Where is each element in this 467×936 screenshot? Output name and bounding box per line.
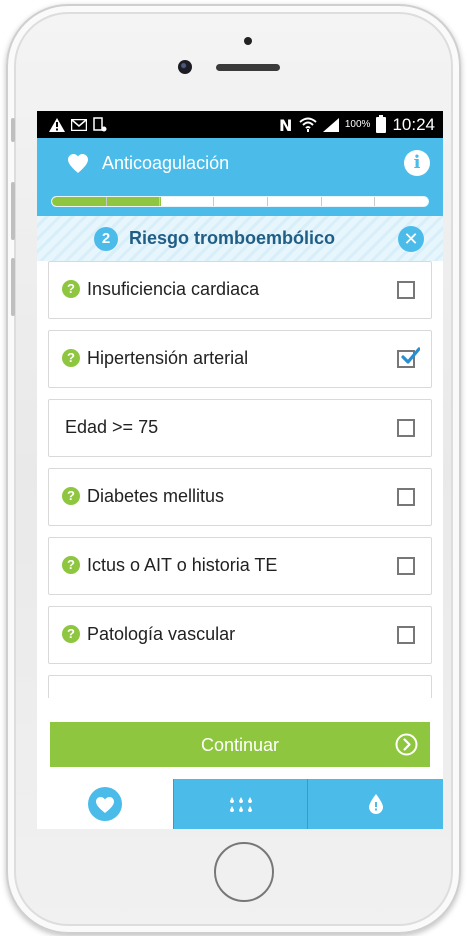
checkbox[interactable] [397, 557, 415, 575]
app-bar: Anticoagulación i [37, 138, 443, 188]
progress-segment-divider [266, 197, 268, 206]
criteria-item[interactable]: ? Ictus o AIT o historia TE [48, 537, 432, 595]
criteria-item[interactable]: ? Patología vascular [48, 606, 432, 664]
continue-label: Continuar [200, 735, 280, 755]
criteria-label: Ictus o AIT o historia TE [87, 555, 278, 575]
criteria-label: Insuficiencia cardiaca [87, 279, 260, 299]
tab-drop[interactable] [307, 779, 443, 829]
help-icon[interactable]: ? [62, 487, 80, 505]
criteria-list: ? Insuficiencia cardiaca? Hipertensión art… [37, 261, 443, 698]
bottom-tab-bar [37, 779, 443, 829]
checkmark-icon [401, 347, 420, 364]
progress-segment-divider [105, 197, 107, 206]
heart-icon [68, 154, 88, 173]
criteria-label: Patología vascular [87, 624, 236, 644]
criteria-item[interactable]: Edad >= 75 [48, 399, 432, 457]
checkbox[interactable] [397, 419, 415, 437]
battery-icon [376, 114, 387, 133]
help-icon[interactable]: ? [62, 280, 80, 298]
progress-segment-divider [374, 197, 376, 206]
battery-percent: 100% [344, 119, 371, 130]
criteria-item[interactable]: ? Insuficiencia cardiaca [48, 261, 432, 319]
criteria-label: Hipertensión arterial [87, 348, 249, 368]
step-header: 2 Riesgo tromboembólico ✕ [37, 216, 443, 261]
mail-icon [71, 118, 87, 131]
help-icon[interactable]: ? [62, 349, 80, 367]
progress-segment-divider [159, 197, 161, 206]
home-button[interactable] [214, 842, 274, 902]
progress-segment-divider [320, 197, 322, 206]
nfc-icon: N [279, 117, 292, 133]
tab-heart[interactable] [37, 779, 173, 829]
criteria-item[interactable]: ? Diabetes mellitus [48, 468, 432, 526]
proximity-sensor [244, 37, 252, 45]
wifi-icon [299, 117, 317, 132]
front-camera [178, 60, 192, 74]
criteria-label: Edad >= 75 [65, 417, 159, 437]
checkbox[interactable] [397, 281, 415, 299]
clock: 10:24 [392, 114, 435, 134]
step-number-badge: 2 [94, 227, 118, 251]
drop-icon [369, 794, 383, 814]
warning-icon [49, 117, 65, 132]
progress-segment-divider [213, 197, 215, 206]
earpiece-speaker [216, 64, 280, 71]
help-icon[interactable]: ? [62, 625, 80, 643]
criteria-item-partial [48, 675, 432, 698]
progress-bar [51, 196, 429, 207]
mute-switch [11, 118, 15, 142]
info-icon[interactable]: i [404, 150, 430, 176]
continue-button[interactable]: Continuar [50, 722, 430, 767]
app-content: Anticoagulación i 2 Riesgo tromboembólic… [37, 138, 443, 829]
app-title: Anticoagulación [102, 153, 230, 173]
step-title: Riesgo tromboembólico [129, 228, 336, 248]
criteria-label: Diabetes mellitus [87, 486, 225, 506]
criteria-item[interactable]: ? Hipertensión arterial [48, 330, 432, 388]
screenshot-icon [93, 117, 107, 132]
progress-bar-container [37, 188, 443, 216]
arrow-right-circle-icon [395, 733, 418, 756]
status-bar: N 100% 10:24 [37, 111, 443, 138]
close-icon[interactable]: ✕ [398, 226, 424, 252]
checkbox[interactable] [397, 626, 415, 644]
drops-icon [230, 797, 252, 812]
signal-icon [322, 117, 339, 132]
checkbox-checked[interactable] [397, 347, 420, 368]
volume-up-button [11, 182, 15, 240]
volume-down-button [11, 258, 15, 316]
svg-text:N: N [279, 117, 292, 133]
checkbox[interactable] [397, 488, 415, 506]
help-icon[interactable]: ? [62, 556, 80, 574]
tab-drops[interactable] [173, 779, 307, 829]
heart-icon [88, 787, 122, 821]
phone-screen: N 100% 10:24 Anticoagulación i 2 Riesgo … [37, 111, 443, 829]
